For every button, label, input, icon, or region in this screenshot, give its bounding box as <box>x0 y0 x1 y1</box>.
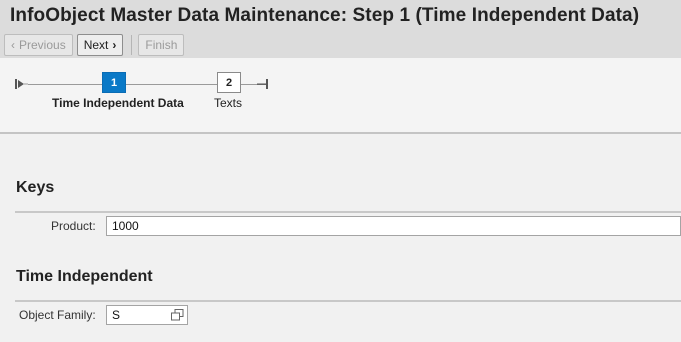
roadmap-step-2[interactable]: 2 <box>217 72 241 93</box>
product-field[interactable]: 1000 <box>106 216 681 236</box>
previous-button[interactable]: ‹ Previous <box>4 34 73 56</box>
product-label: Product: <box>51 219 96 233</box>
section-divider <box>15 211 681 213</box>
roadmap: 1 2 Time Independent Data Texts <box>0 58 681 134</box>
roadmap-step-1[interactable]: 1 <box>102 72 126 93</box>
roadmap-end-icon <box>257 79 268 89</box>
section-divider <box>15 300 681 302</box>
value-help-icon[interactable] <box>171 309 184 321</box>
finish-button-label: Finish <box>145 38 178 52</box>
section-title-time-independent: Time Independent <box>16 268 153 285</box>
roadmap-step-label[interactable]: Time Independent Data <box>52 96 184 110</box>
toolbar: ‹ Previous Next › Finish <box>4 34 188 56</box>
object-family-value: S <box>112 308 121 322</box>
page-title: InfoObject Master Data Maintenance: Step… <box>10 5 640 26</box>
roadmap-connector <box>28 84 102 85</box>
chevron-left-icon: ‹ <box>11 38 15 52</box>
chevron-right-icon: › <box>112 38 117 52</box>
section-title-keys: Keys <box>16 179 55 196</box>
next-button-label: Next <box>83 38 109 52</box>
next-button[interactable]: Next › <box>76 34 124 56</box>
roadmap-connector <box>241 84 257 85</box>
object-family-label: Object Family: <box>19 308 96 322</box>
previous-button-label: Previous <box>19 38 66 52</box>
title-bar: InfoObject Master Data Maintenance: Step… <box>0 0 681 58</box>
product-value: 1000 <box>112 219 139 233</box>
form-content: Keys Product: 1000 Time Independent Obje… <box>0 136 681 342</box>
object-family-field[interactable]: S <box>106 305 188 325</box>
toolbar-separator <box>131 35 133 55</box>
roadmap-start-icon <box>15 79 28 89</box>
roadmap-connector <box>126 84 217 85</box>
finish-button[interactable]: Finish <box>138 34 185 56</box>
roadmap-step-label[interactable]: Texts <box>214 96 242 110</box>
